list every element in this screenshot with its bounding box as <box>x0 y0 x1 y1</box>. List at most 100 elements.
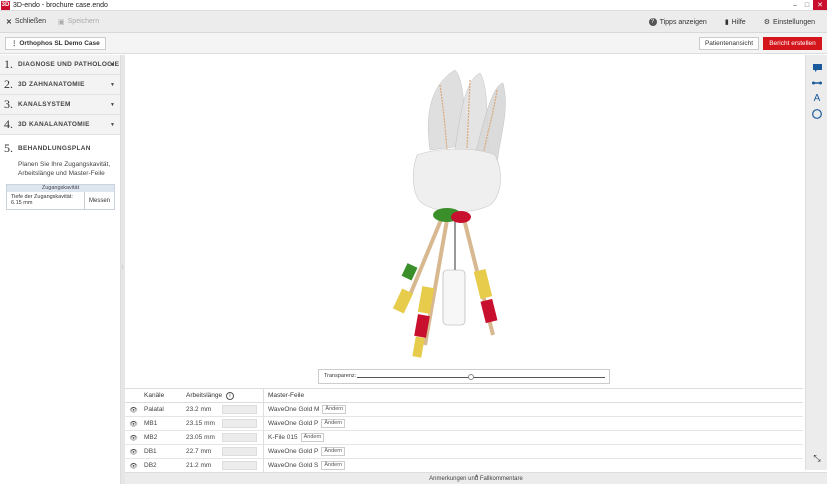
view-tools-bar: A ⤡ <box>805 55 827 470</box>
master-file-name: WaveOne Gold S <box>268 462 319 469</box>
change-button[interactable]: Ändern <box>321 447 346 456</box>
step-label: DIAGNOSE UND PATHOLOGIE <box>18 61 120 68</box>
table-header: Kanäle Arbeitslänge i Master-Feile <box>125 388 803 403</box>
header-master-file: Master-Feile <box>263 389 304 402</box>
case-selector-button[interactable]: ⋮ Orthophos SL Demo Case <box>5 37 106 50</box>
book-icon: ▮ <box>724 19 729 26</box>
eye-icon[interactable]: 👁 <box>125 420 142 428</box>
window-controls: – □ ✕ <box>789 0 827 10</box>
table-row[interactable]: 👁 DB1 22.7 mm WaveOne Gold P Ändern <box>125 445 803 459</box>
length-input[interactable] <box>222 461 257 470</box>
change-button[interactable]: Ändern <box>300 433 325 442</box>
master-file-name: WaveOne Gold M <box>268 406 320 413</box>
chevron-down-icon: ▼ <box>110 121 115 128</box>
step-label: 3D KANALANATOMIE <box>18 121 90 128</box>
change-button[interactable]: Ändern <box>321 419 346 428</box>
transparency-slider-thumb[interactable] <box>468 374 475 380</box>
close-icon: ✕ <box>6 18 12 26</box>
table-row[interactable]: 👁 DB2 21.2 mm WaveOne Gold S Ändern <box>125 459 803 473</box>
tooth-3d-model[interactable] <box>125 55 805 388</box>
eye-icon[interactable]: 👁 <box>125 434 142 442</box>
expand-icon[interactable]: ⤡ <box>811 452 823 464</box>
access-cavity-panel: Zugangskavität Tiefe der Zugangskavität:… <box>6 184 115 210</box>
step-number: 4. <box>4 117 13 131</box>
case-name: Orthophos SL Demo Case <box>19 40 100 47</box>
window-close-icon[interactable]: ✕ <box>813 0 827 10</box>
endo-file-1[interactable] <box>392 214 445 314</box>
transparency-slider-track[interactable] <box>357 377 605 378</box>
endo-file-2[interactable] <box>412 219 449 358</box>
header-canals: Kanäle <box>144 392 165 399</box>
length-input[interactable] <box>222 419 257 428</box>
length-input[interactable] <box>222 447 257 456</box>
table-row[interactable]: 👁 MB1 23.15 mm WaveOne Gold P Ändern <box>125 417 803 431</box>
access-cavity-title: Zugangskavität <box>7 185 114 192</box>
help-button[interactable]: ▮ Hilfe <box>719 18 752 27</box>
master-file-name: WaveOne Gold P <box>268 420 319 427</box>
measure-distance-icon[interactable] <box>811 77 823 89</box>
text-annotation-icon[interactable]: A <box>811 92 823 104</box>
compass-icon[interactable] <box>811 108 823 120</box>
step-treatment-plan[interactable]: 5. BEHANDLUNGSPLAN Planen Sie Ihre Zugan… <box>0 135 120 178</box>
canal-name: DB2 <box>144 462 157 469</box>
tips-label: Tipps anzeigen <box>659 18 707 26</box>
working-length: 22.7 mm <box>186 448 212 455</box>
eye-icon[interactable]: 👁 <box>125 448 142 456</box>
working-length: 23.05 mm <box>186 434 215 441</box>
step-diagnosis[interactable]: 1. DIAGNOSE UND PATHOLOGIE ▼ <box>0 55 120 75</box>
question-icon: ? <box>648 18 657 26</box>
transparency-label: Transparenz: <box>324 373 357 379</box>
table-row[interactable]: 👁 Palatal 23.2 mm WaveOne Gold M Ändern <box>125 403 803 417</box>
save-label: Speichern <box>67 18 100 25</box>
eye-icon[interactable]: 👁 <box>125 406 142 414</box>
window-title: 3D-endo - brochure case.endo <box>13 1 108 9</box>
minimize-icon[interactable]: – <box>789 0 801 10</box>
step-canal-anatomy[interactable]: 4. 3D KANALANATOMIE ▼ <box>0 115 120 135</box>
step-description: Planen Sie Ihre Zugangskavität, Arbeitsl… <box>18 161 111 177</box>
change-button[interactable]: Ändern <box>322 405 347 414</box>
endo-file-4[interactable] <box>461 214 498 336</box>
save-button[interactable]: ▣ Speichern <box>52 18 105 26</box>
comment-icon[interactable] <box>811 62 823 74</box>
tips-button[interactable]: ? Tipps anzeigen <box>643 18 713 26</box>
step-number: 3. <box>4 97 13 111</box>
3d-viewport[interactable] <box>125 55 805 388</box>
length-input[interactable] <box>222 405 257 414</box>
save-icon: ▣ <box>58 18 65 26</box>
step-label: 3D ZAHNANATOMIE <box>18 81 85 88</box>
settings-button[interactable]: ⚙ Einstellungen <box>758 18 821 27</box>
endo-file-3[interactable] <box>442 220 466 326</box>
step-number: 5. <box>4 141 13 155</box>
app-logo-icon: 3D <box>1 0 10 10</box>
maximize-icon[interactable]: □ <box>801 0 813 10</box>
workflow-sidebar: 1. DIAGNOSE UND PATHOLOGIE ▼ 2. 3D ZAHNA… <box>0 55 121 484</box>
close-case-button[interactable]: ✕ Schließen <box>0 18 52 26</box>
canal-name: DB1 <box>144 448 157 455</box>
measure-button[interactable]: Messen <box>85 192 114 210</box>
canal-name: MB1 <box>144 420 158 427</box>
chevron-down-icon: ▼ <box>110 81 115 88</box>
change-button[interactable]: Ändern <box>321 461 346 470</box>
step-label: BEHANDLUNGSPLAN <box>18 145 91 152</box>
master-file-name: WaveOne Gold P <box>268 448 319 455</box>
canal-table: Kanäle Arbeitslänge i Master-Feile 👁 Pal… <box>125 388 803 473</box>
chevron-up-icon: ▲ <box>474 473 479 479</box>
eye-icon[interactable]: 👁 <box>125 462 142 470</box>
step-canal-system[interactable]: 3. KANALSYSTEM ▼ <box>0 95 120 115</box>
window-titlebar: 3D 3D-endo - brochure case.endo – □ ✕ <box>0 0 827 11</box>
patient-view-button[interactable]: Patientenansicht <box>699 37 759 50</box>
info-icon[interactable]: i <box>225 391 234 400</box>
access-cavity-depth: Tiefe der Zugangskavität: 6.15 mm <box>7 192 85 210</box>
close-case-label: Schließen <box>14 18 47 25</box>
gear-icon: ⚙ <box>763 19 770 26</box>
canal-name: Palatal <box>144 406 164 413</box>
step-tooth-anatomy[interactable]: 2. 3D ZAHNANATOMIE ▼ <box>0 75 120 95</box>
table-row[interactable]: 👁 MB2 23.05 mm K-File 015 Ändern <box>125 431 803 445</box>
working-length: 23.2 mm <box>186 406 212 413</box>
create-report-button[interactable]: Bericht erstellen <box>763 37 822 50</box>
comments-footer[interactable]: ▲ Anmerkungen und Fallkommentare <box>125 472 827 484</box>
transparency-panel: Transparenz: <box>318 369 610 384</box>
working-length: 23.15 mm <box>186 420 215 427</box>
main-toolbar: ✕ Schließen ▣ Speichern ? Tipps anzeigen… <box>0 11 827 33</box>
length-input[interactable] <box>222 433 257 442</box>
